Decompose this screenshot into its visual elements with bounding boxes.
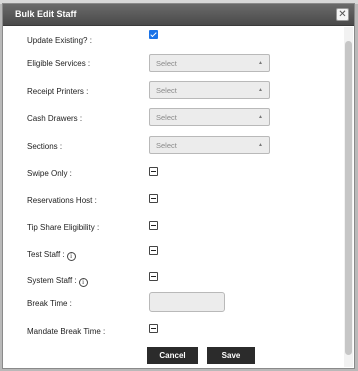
swipe-only-checkbox[interactable] [149, 167, 158, 176]
vertical-scrollbar[interactable] [344, 27, 353, 367]
dialog-header: Bulk Edit Staff ✕ [3, 4, 354, 26]
cancel-button[interactable]: Cancel [147, 347, 198, 364]
scrollbar-thumb[interactable] [345, 41, 352, 355]
mandate-break-time-checkbox[interactable] [149, 324, 158, 333]
mandate-break-time-label: Mandate Break Time : [27, 327, 106, 336]
bulk-edit-staff-dialog: Bulk Edit Staff ✕ Update Existing? : Eli… [2, 3, 355, 369]
test-staff-label: Test Staff :i [27, 250, 76, 261]
chevron-up-icon: ▲ [258, 60, 263, 66]
system-staff-label-text: System Staff : [27, 276, 77, 285]
cash-drawers-select[interactable]: Select ▲ [149, 108, 270, 126]
chevron-up-icon: ▲ [258, 87, 263, 93]
close-button[interactable]: ✕ [336, 8, 349, 21]
chevron-up-icon: ▲ [258, 142, 263, 148]
swipe-only-label: Swipe Only : [27, 169, 72, 178]
info-icon[interactable]: i [78, 278, 88, 287]
update-existing-label: Update Existing? : [27, 36, 92, 45]
receipt-printers-select[interactable]: Select ▲ [149, 81, 270, 99]
info-icon[interactable]: i [66, 252, 76, 261]
cash-drawers-label: Cash Drawers : [27, 114, 83, 123]
dialog-title: Bulk Edit Staff [15, 9, 77, 19]
eligible-services-select[interactable]: Select ▲ [149, 54, 270, 72]
tip-share-eligibility-checkbox[interactable] [149, 221, 158, 230]
system-staff-checkbox[interactable] [149, 272, 158, 281]
tip-share-eligibility-label: Tip Share Eligibility : [27, 223, 100, 232]
receipt-printers-value: Select [156, 86, 177, 95]
receipt-printers-label: Receipt Printers : [27, 87, 89, 96]
update-existing-checkbox[interactable] [149, 30, 158, 39]
eligible-services-value: Select [156, 59, 177, 68]
save-button[interactable]: Save [207, 347, 255, 364]
reservations-host-label: Reservations Host : [27, 196, 97, 205]
sections-label: Sections : [27, 142, 63, 151]
break-time-label: Break Time : [27, 299, 72, 308]
close-icon: ✕ [338, 9, 347, 20]
sections-select[interactable]: Select ▲ [149, 136, 270, 154]
eligible-services-label: Eligible Services : [27, 59, 91, 68]
test-staff-label-text: Test Staff : [27, 250, 65, 259]
sections-value: Select [156, 141, 177, 150]
reservations-host-checkbox[interactable] [149, 194, 158, 203]
system-staff-label: System Staff :i [27, 276, 88, 287]
break-time-input[interactable] [149, 292, 225, 312]
cash-drawers-value: Select [156, 113, 177, 122]
chevron-up-icon: ▲ [258, 114, 263, 120]
test-staff-checkbox[interactable] [149, 246, 158, 255]
